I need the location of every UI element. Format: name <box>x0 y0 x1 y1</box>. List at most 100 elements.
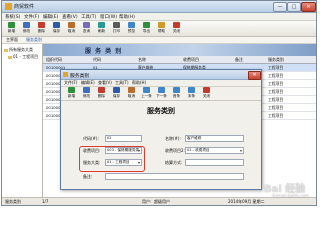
main-toolbar: 新增 修改 删除 保存 取消 查询 刷新 打印 预览 导出 帮助 关闭 <box>2 21 316 37</box>
status-record: 1/7 <box>42 199 49 204</box>
folder-icon <box>4 48 8 52</box>
toolbar-button-5[interactable]: 查询 <box>80 22 93 35</box>
toolbar-button-9[interactable]: 导出 <box>140 22 153 35</box>
maximize-button[interactable]: □ <box>287 2 301 12</box>
dialog-menu-edit[interactable]: 编辑(E) <box>81 80 95 86</box>
menu-edit[interactable]: 编辑(E) <box>43 14 58 20</box>
dialog-tool-icon <box>128 87 135 93</box>
name-field[interactable]: 客户维修 <box>185 135 244 142</box>
dialog-tool-icon <box>68 87 75 93</box>
toolbar-button-3[interactable]: 保存 <box>50 22 63 35</box>
dialog-toolbar-button-0[interactable]: 新增 <box>65 87 78 100</box>
search-icon <box>83 22 90 28</box>
main-window: 商贸软件 — □ ✕ 系统(S) 文件(F) 编辑(E) 查看(V) 工具(T)… <box>1 0 317 206</box>
cancel-icon <box>68 22 75 28</box>
toolbar-button-6[interactable]: 刷新 <box>95 22 108 35</box>
dialog-menu-view[interactable]: 查看(V) <box>98 80 112 86</box>
toolbar-button-7[interactable]: 打印 <box>110 22 123 35</box>
dialog-menu-file[interactable]: 文件(F) <box>64 80 77 86</box>
note-field[interactable] <box>105 173 244 180</box>
preview-icon <box>128 22 135 28</box>
dialog-title: 服务类别 <box>70 74 90 79</box>
fee2-label: 收费项目2: <box>165 148 185 153</box>
tree-root-label: 所有服务大类 <box>9 47 33 52</box>
dialog-toolbar-button-2[interactable]: 删除 <box>95 87 108 100</box>
code-label: 代码(#): <box>83 136 99 141</box>
fee2-select[interactable]: 01 - 收费项目 <box>185 147 244 154</box>
menu-window[interactable]: 窗口(W) <box>100 14 117 20</box>
menu-view[interactable]: 查看(V) <box>62 14 78 20</box>
toolbar-button-8[interactable]: 预览 <box>125 22 138 35</box>
refresh-icon <box>98 22 105 28</box>
toolbar-button-0[interactable]: 新增 <box>5 22 18 35</box>
dialog-tool-icon <box>173 87 180 93</box>
toolbar-button-10[interactable]: 帮助 <box>155 22 168 35</box>
tree-item-label: 01 - 工程项目 <box>13 54 39 59</box>
toolbar-button-2[interactable]: 删除 <box>35 22 48 35</box>
service-select[interactable]: 01 - 工程项目 <box>105 159 142 166</box>
fee-select[interactable]: 003 - 保修期服务类 <box>105 147 142 154</box>
toolbar-button-1[interactable]: 修改 <box>20 22 33 35</box>
table-cell: 工程项目 <box>268 113 284 118</box>
col-service[interactable]: 服务类别 <box>268 57 284 63</box>
title-bar: 商贸软件 — □ ✕ <box>2 1 316 13</box>
dialog-toolbar-button-1[interactable]: 修改 <box>80 87 93 100</box>
dialog-menu-bar: 文件(F) 编辑(E) 查看(V) 工具(T) 帮助(H) <box>61 80 261 87</box>
tab-home[interactable]: 主界面 <box>6 37 18 43</box>
col-code[interactable]: 代码 <box>93 57 101 63</box>
dialog-toolbar: 新增 修改 删除 保存 取消 上一条 下一条 首条 末条 关闭 <box>61 87 261 101</box>
toolbar-button-11[interactable]: 关闭 <box>170 22 183 35</box>
page-banner: 服 务 类 别 <box>43 44 316 56</box>
service-category-dialog: 服务类别 ✕ 文件(F) 编辑(E) 查看(V) 工具(T) 帮助(H) 新增 修… <box>60 69 262 190</box>
code-field[interactable]: 02 <box>105 135 142 142</box>
tab-service-category[interactable]: 服务类别 <box>26 37 42 43</box>
menu-system[interactable]: 系统(S) <box>5 14 20 20</box>
dialog-toolbar-button-3[interactable]: 保存 <box>110 87 123 100</box>
new-icon <box>8 22 15 28</box>
close-window-button[interactable]: ✕ <box>301 2 316 12</box>
dialog-tool-icon <box>113 87 120 93</box>
menu-bar: 系统(S) 文件(F) 编辑(E) 查看(V) 工具(T) 窗口(W) 帮助(H… <box>2 13 316 21</box>
dialog-close-button[interactable]: ✕ <box>248 71 261 80</box>
dialog-toolbar-button-6[interactable]: 下一条 <box>155 87 168 100</box>
note-label: 备注: <box>83 174 93 179</box>
status-user-label: 用户: <box>142 199 152 204</box>
tree-root[interactable]: 所有服务大类 <box>4 47 33 53</box>
dialog-toolbar-label: 删除 <box>97 94 106 98</box>
toolbar-button-4[interactable]: 取消 <box>65 22 78 35</box>
status-user: 超级用户 <box>154 199 170 204</box>
dialog-tool-icon <box>83 87 90 93</box>
dialog-tool-icon <box>98 87 105 93</box>
dialog-toolbar-button-5[interactable]: 上一条 <box>140 87 153 100</box>
dialog-toolbar-label: 保存 <box>112 94 121 98</box>
col-fee[interactable]: 收费项目 <box>183 57 199 63</box>
status-date: 2014年09月 星期二 <box>228 199 265 204</box>
dialog-menu-help[interactable]: 帮助(H) <box>132 80 146 86</box>
col-note[interactable]: 备注 <box>235 57 243 63</box>
menu-tools[interactable]: 工具(T) <box>81 14 96 20</box>
dialog-menu-tools[interactable]: 工具(T) <box>115 80 129 86</box>
dialog-tool-icon <box>158 87 165 93</box>
page-title: 服 务 类 别 <box>85 48 123 55</box>
dialog-toolbar-button-7[interactable]: 首条 <box>170 87 183 100</box>
dialog-toolbar-button-9[interactable]: 关闭 <box>200 87 213 100</box>
toolbar-button-label: 打印 <box>112 29 121 33</box>
col-name[interactable]: 名称 <box>138 57 146 63</box>
fee-label: 收费项目: <box>83 148 101 153</box>
dialog-toolbar-button-4[interactable]: 取消 <box>125 87 138 100</box>
toolbar-button-label: 取消 <box>67 29 76 33</box>
export-icon <box>143 22 150 28</box>
dialog-app-icon <box>63 72 68 77</box>
tree-item-engineering[interactable]: 01 - 工程项目 <box>8 54 38 60</box>
minimize-button[interactable]: — <box>273 2 287 12</box>
help-icon <box>158 22 165 28</box>
grid-header: 组织代码 代码 名称 收费项目 备注 服务类别 <box>43 56 316 64</box>
menu-help[interactable]: 帮助(H) <box>119 14 135 20</box>
col-org-code[interactable]: 组织代码 <box>46 57 62 63</box>
settle-field[interactable] <box>185 159 244 166</box>
menu-file[interactable]: 文件(F) <box>24 14 39 20</box>
dialog-toolbar-label: 下一条 <box>156 94 167 98</box>
service-label: 服务大类: <box>83 160 101 165</box>
dialog-toolbar-button-8[interactable]: 末条 <box>185 87 198 100</box>
baidu-watermark-url: jingyan.baidu.com <box>272 193 309 198</box>
